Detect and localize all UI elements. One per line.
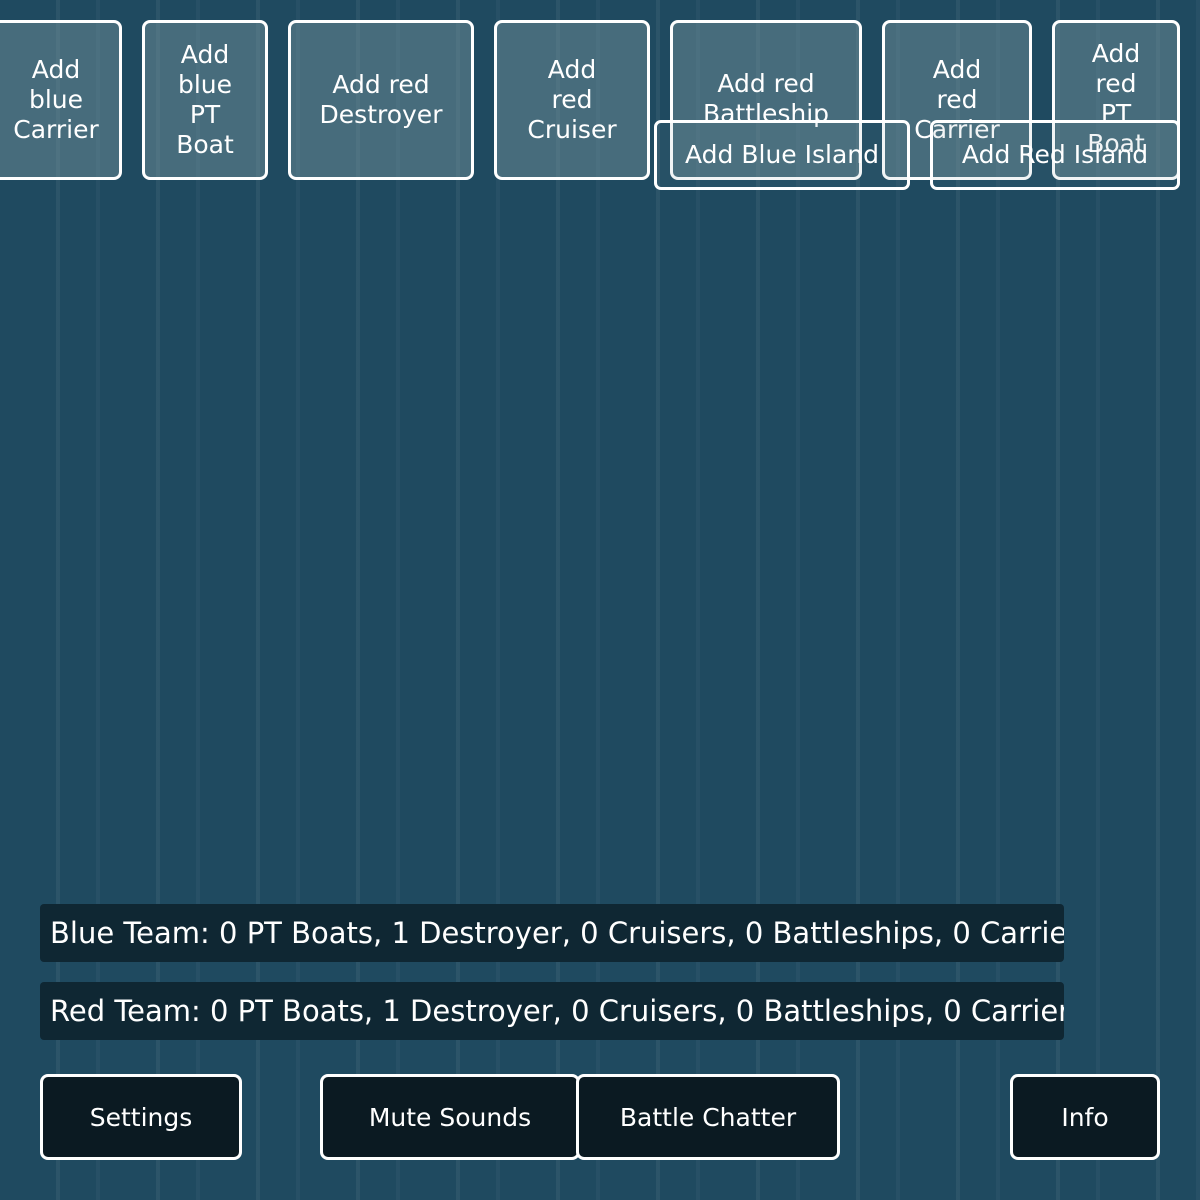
- settings-button[interactable]: Settings: [40, 1074, 242, 1160]
- add-blue-pt-boat-button[interactable]: Add blue PT Boat: [142, 20, 268, 180]
- blue-team-status: Blue Team: 0 PT Boats, 1 Destroyer, 0 Cr…: [40, 904, 1064, 962]
- add-red-cruiser-button[interactable]: Add red Cruiser: [494, 20, 650, 180]
- mute-sounds-button[interactable]: Mute Sounds: [320, 1074, 580, 1160]
- add-red-island-button[interactable]: Add Red Island: [930, 120, 1180, 190]
- add-blue-island-button[interactable]: Add Blue Island: [654, 120, 910, 190]
- info-button[interactable]: Info: [1010, 1074, 1160, 1160]
- add-red-destroyer-button[interactable]: Add red Destroyer: [288, 20, 474, 180]
- red-team-status: Red Team: 0 PT Boats, 1 Destroyer, 0 Cru…: [40, 982, 1064, 1040]
- add-blue-carrier-button[interactable]: Add blue Carrier: [0, 20, 122, 180]
- battle-chatter-button[interactable]: Battle Chatter: [576, 1074, 840, 1160]
